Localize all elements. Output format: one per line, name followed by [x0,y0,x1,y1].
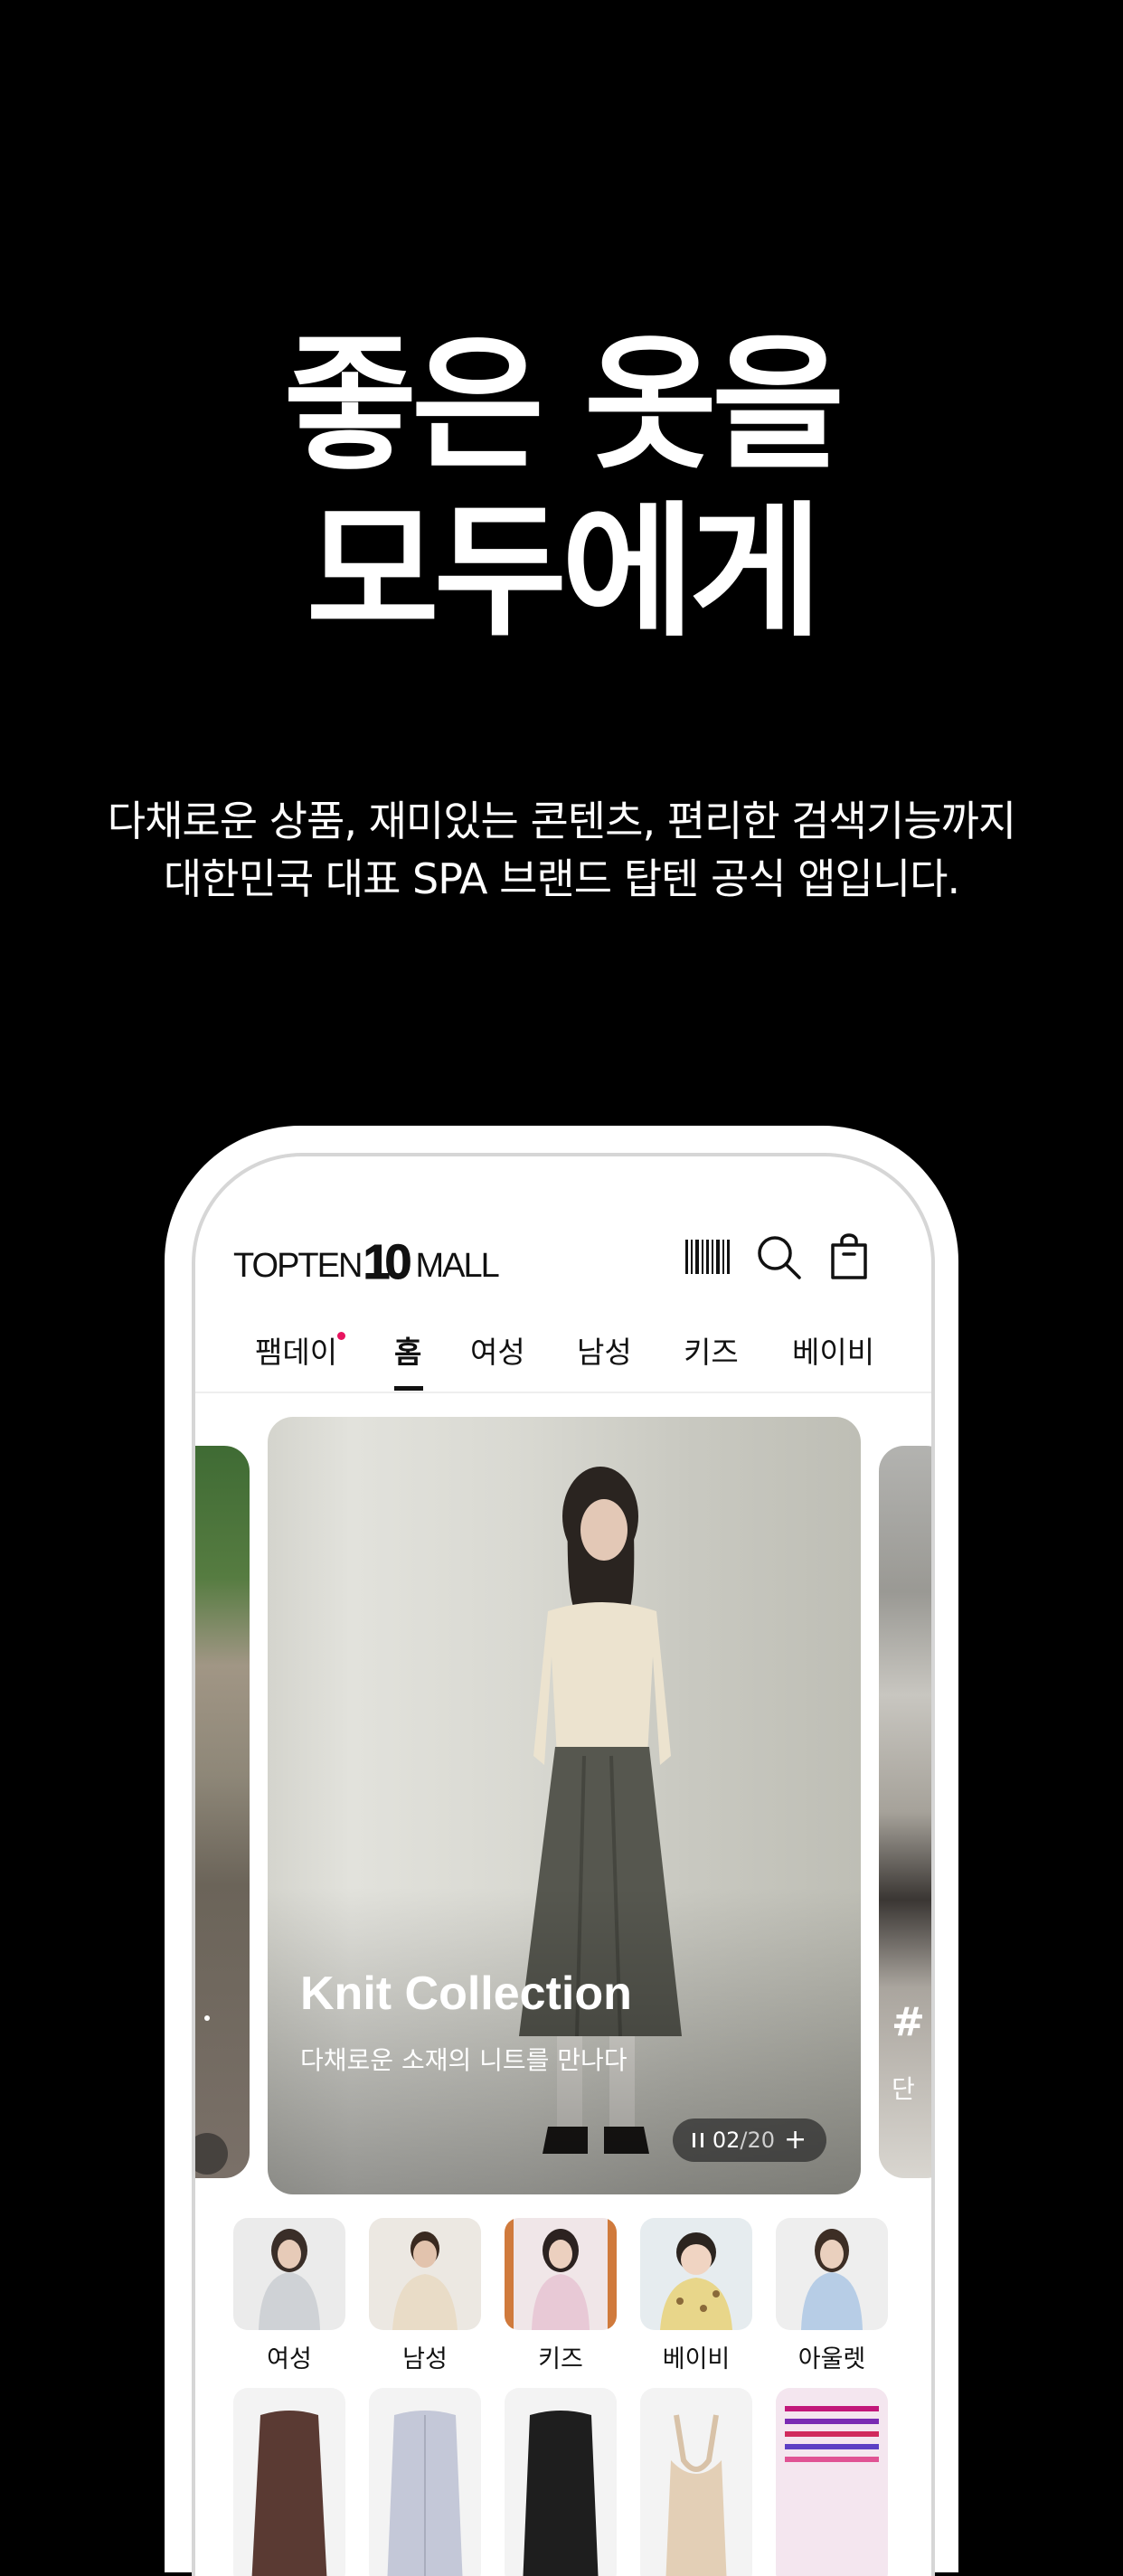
plus-icon[interactable]: + [784,2127,807,2154]
category-thumbnail [640,2218,752,2330]
promo-subcopy-line1: 다채로운 상품, 재미있는 콘텐츠, 편리한 검색기능까지 [107,797,1016,845]
banner-total: /20 [740,2128,776,2153]
previous-arrow-icon[interactable] [195,2133,228,2175]
product-thumbnail[interactable] [505,2388,617,2576]
phone-frame: TOPTEN 10 MALL 팸데이 홈 여성 남성 키즈 베이비 Knit C… [165,1126,958,2576]
tab-label: 남성 [577,1335,632,1370]
banner-slide-next[interactable]: # 단 [879,1446,931,2178]
category-label: 남성 [402,2345,448,2373]
promo-headline-line1: 좋은 옷을 [283,320,845,489]
phone-screen: TOPTEN 10 MALL 팸데이 홈 여성 남성 키즈 베이비 Knit C… [192,1153,935,2576]
category-label: 여성 [267,2345,312,2373]
product-thumbnail[interactable] [776,2388,888,2576]
tab-men[interactable]: 남성 [577,1328,632,1372]
tab-famday[interactable]: 팸데이 [255,1328,346,1372]
app-logo[interactable]: TOPTEN 10 MALL [233,1235,500,1289]
banner-subtitle: 다채로운 소재의 니트를 만나다 [300,2045,628,2075]
tab-label: 여성 [470,1335,525,1370]
tab-label: 베이비 [792,1335,875,1370]
banner-title: Knit Collection [300,1967,632,2020]
tab-label: 홈 [394,1335,422,1370]
banner-current-index: 02 [712,2128,741,2153]
banner-counter: 02/20 + [673,2118,826,2162]
logo-word-mall: MALL [415,1247,500,1285]
peek-dot [204,2015,210,2021]
logo-word-topten: TOPTEN [233,1247,363,1285]
category-label: 베이비 [662,2345,731,2373]
pause-icon[interactable] [692,2133,703,2147]
search-icon[interactable] [754,1232,803,1281]
barcode-icon[interactable] [684,1232,732,1281]
category-label: 키즈 [538,2345,583,2373]
banner-slide-previous[interactable] [195,1446,250,2178]
logo-number: 10 [363,1235,412,1289]
tab-women[interactable]: 여성 [470,1328,525,1372]
category-shortcut-men[interactable]: 남성 [369,2218,481,2374]
next-slide-subtitle: 단 [892,2074,915,2104]
category-shortcut-women[interactable]: 여성 [233,2218,345,2374]
banner-slide-current[interactable]: Knit Collection 다채로운 소재의 니트를 만나다 02/20 + [268,1417,861,2194]
category-thumbnail [505,2218,617,2330]
category-thumbnail [369,2218,481,2330]
new-dot-badge [337,1332,346,1340]
active-tab-indicator [394,1386,423,1391]
promo-subcopy-line2: 대한민국 대표 SPA 브랜드 탑텐 공식 앱입니다. [163,854,960,903]
tab-label: 팸데이 [255,1335,338,1370]
tab-baby[interactable]: 베이비 [792,1328,874,1372]
category-shortcut-kids[interactable]: 키즈 [505,2218,617,2374]
category-thumbnail [233,2218,345,2330]
tab-label: 키즈 [684,1335,739,1370]
category-tabs: 팸데이 홈 여성 남성 키즈 베이비 [195,1328,931,1393]
product-thumbnail[interactable] [640,2388,752,2576]
category-label: 아울렛 [797,2345,866,2373]
product-thumbnail[interactable] [369,2388,481,2576]
product-thumbnail[interactable] [233,2388,345,2576]
next-slide-title: # [892,1999,925,2045]
bag-icon[interactable] [825,1232,873,1281]
tab-kids[interactable]: 키즈 [684,1328,739,1372]
category-shortcut-outlet[interactable]: 아울렛 [776,2218,888,2374]
tab-home[interactable]: 홈 [394,1328,421,1372]
category-shortcut-baby[interactable]: 베이비 [640,2218,752,2374]
category-thumbnail [776,2218,888,2330]
promo-headline-line2: 모두에게 [306,487,823,656]
